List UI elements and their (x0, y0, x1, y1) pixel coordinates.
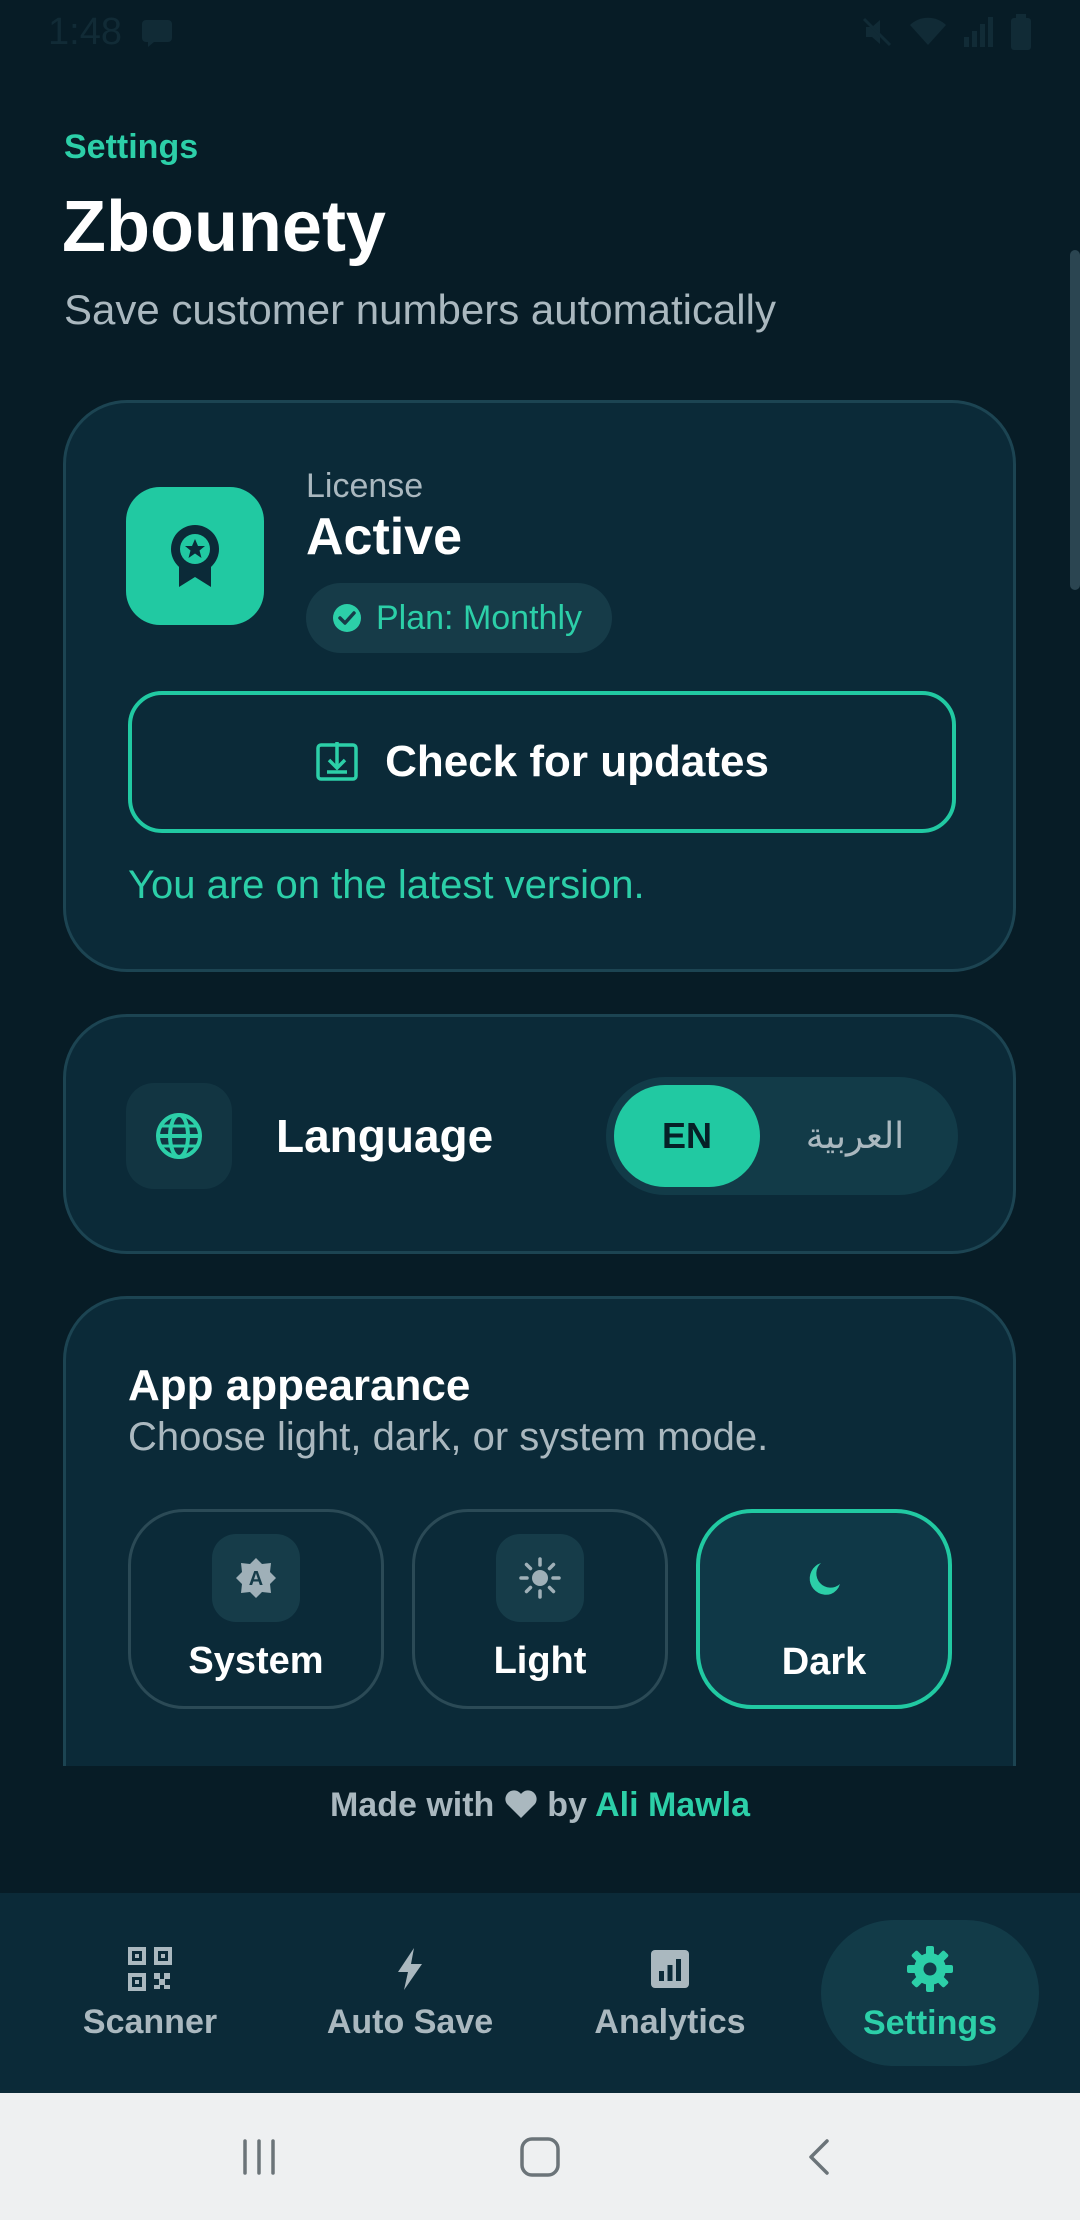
award-ribbon-icon (171, 525, 219, 587)
language-option-arabic[interactable]: العربية (760, 1085, 950, 1187)
wifi-icon (910, 17, 946, 45)
mute-icon (862, 17, 892, 47)
license-status: Active (306, 508, 463, 566)
chart-icon (651, 1949, 689, 1988)
status-time: 1:48 (48, 10, 122, 53)
footer-by: by (547, 1786, 587, 1824)
nav-auto-save[interactable]: Auto Save (301, 1920, 519, 2066)
qr-code-icon (128, 1946, 172, 1991)
language-toggle[interactable]: EN العربية (606, 1077, 958, 1195)
status-left: 1:48 (48, 11, 174, 54)
nav-scanner[interactable]: Scanner (41, 1920, 259, 2066)
mode-system-icon-box: A (212, 1534, 300, 1622)
plan-label: Plan: Monthly (376, 598, 582, 637)
plan-badge: Plan: Monthly (306, 583, 612, 653)
status-bar: 1:48 (0, 0, 1080, 64)
download-icon (316, 742, 358, 781)
mode-light-icon-box (496, 1534, 584, 1622)
footer-prefix: Made with (329, 1786, 495, 1824)
license-card: License Active Plan: Monthly Check for u… (63, 400, 1016, 972)
mode-dark-button[interactable]: Dark (696, 1509, 952, 1709)
mode-light-button[interactable]: Light (412, 1509, 668, 1709)
nav-auto-save-label: Auto Save (326, 2002, 494, 2041)
moon-icon (809, 1563, 840, 1595)
footer-author-link[interactable]: Ali Mawla (595, 1786, 750, 1824)
mode-system-label: System (188, 1640, 324, 1682)
license-badge (126, 487, 264, 625)
home-icon[interactable] (516, 2133, 564, 2181)
check-circle-icon (333, 604, 361, 632)
signal-icon (964, 17, 993, 47)
page-title: Zbounety (62, 187, 386, 267)
back-icon[interactable] (799, 2135, 843, 2179)
footer-credit: Made with by Ali Mawla (0, 1786, 1080, 1825)
bolt-icon (398, 1947, 422, 1990)
check-updates-button[interactable]: Check for updates (128, 691, 956, 833)
license-label: License (306, 467, 424, 505)
nav-analytics[interactable]: Analytics (561, 1920, 779, 2066)
nav-analytics-label: Analytics (594, 2002, 746, 2041)
appearance-mode-row: A System Light Dark (128, 1509, 952, 1709)
recent-apps-icon[interactable] (237, 2135, 281, 2179)
gear-icon (907, 1945, 953, 1992)
mode-dark-label: Dark (781, 1641, 867, 1683)
mode-system-button[interactable]: A System (128, 1509, 384, 1709)
language-option-en[interactable]: EN (614, 1085, 760, 1187)
check-updates-label: Check for updates (385, 737, 769, 786)
message-notification-icon (141, 20, 172, 47)
language-card: Language EN العربية (63, 1014, 1016, 1254)
language-label: Language (276, 1110, 494, 1162)
status-right (860, 14, 1032, 50)
appearance-card: App appearance Choose light, dark, or sy… (63, 1296, 1016, 1766)
globe-icon (156, 1113, 202, 1159)
update-status-text: You are on the latest version. (128, 863, 645, 907)
svg-text:A: A (249, 1568, 263, 1590)
scrollbar-thumb[interactable] (1070, 250, 1080, 590)
auto-mode-icon: A (236, 1558, 276, 1598)
page-eyebrow: Settings (64, 128, 199, 166)
nav-settings-label: Settings (862, 2003, 998, 2042)
language-icon-box (126, 1083, 232, 1189)
mode-dark-icon-box (780, 1535, 868, 1623)
battery-icon (1011, 14, 1031, 50)
appearance-subtitle: Choose light, dark, or system mode. (128, 1415, 769, 1459)
page-subtitle: Save customer numbers automatically (64, 286, 776, 333)
nav-scanner-label: Scanner (82, 2002, 218, 2041)
nav-settings[interactable]: Settings (821, 1920, 1039, 2066)
bottom-navigation: Scanner Auto Save Analytics Settings (0, 1893, 1080, 2093)
appearance-title: App appearance (128, 1361, 471, 1410)
mode-light-label: Light (493, 1640, 587, 1682)
sun-icon (519, 1557, 561, 1599)
heart-icon (505, 1790, 537, 1818)
system-navigation-bar (0, 2093, 1080, 2220)
